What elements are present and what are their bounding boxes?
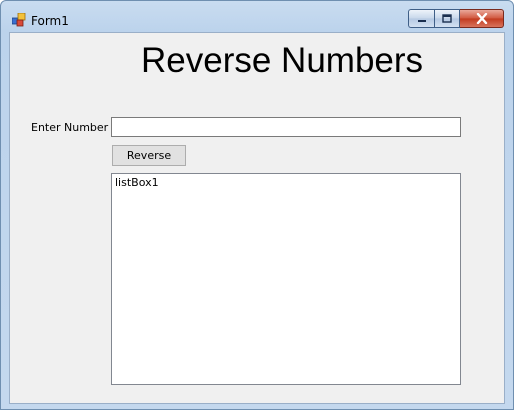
page-title: Reverse Numbers — [141, 41, 424, 80]
list-item[interactable]: listBox1 — [115, 176, 457, 189]
form-client-area: Reverse Numbers Enter Number : Reverse l… — [9, 32, 505, 404]
reverse-button[interactable]: Reverse — [112, 145, 186, 166]
window-title: Form1 — [31, 14, 69, 28]
close-icon — [476, 13, 487, 24]
winforms-app-icon — [12, 13, 26, 27]
minimize-button[interactable] — [408, 9, 434, 28]
title-bar[interactable]: Form1 — [1, 1, 513, 33]
maximize-button[interactable] — [434, 9, 460, 28]
number-input[interactable] — [111, 117, 461, 137]
result-listbox[interactable]: listBox1 — [111, 173, 461, 385]
close-button[interactable] — [460, 9, 504, 28]
app-window: Form1 Reverse Numbers Enter Number: Rev… — [0, 0, 514, 410]
enter-number-label: Enter Number : — [31, 121, 116, 134]
minimize-icon — [417, 19, 426, 22]
maximize-icon — [442, 14, 452, 23]
caption-buttons — [408, 9, 504, 29]
